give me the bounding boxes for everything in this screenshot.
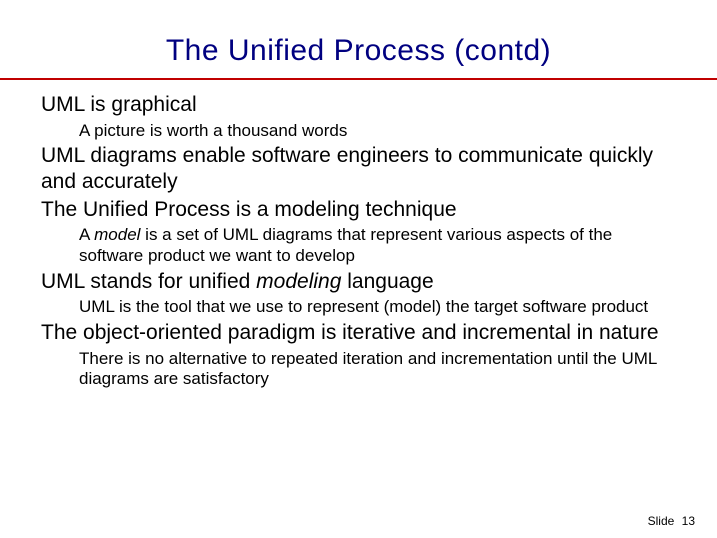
title-region: The Unified Process (contd) <box>0 0 717 68</box>
slide: The Unified Process (contd) UML is graph… <box>0 0 717 538</box>
emphasis-model: model <box>94 225 140 244</box>
text-fragment: language <box>341 270 433 293</box>
bullet-5: The object-oriented paradigm is iterativ… <box>41 320 677 346</box>
bullet-3-sub: A model is a set of UML diagrams that re… <box>79 225 677 266</box>
bullet-1-sub: A picture is worth a thousand words <box>79 121 677 142</box>
slide-body: UML is graphical A picture is worth a th… <box>0 80 717 390</box>
bullet-1: UML is graphical <box>41 92 677 118</box>
slide-number: 13 <box>682 514 695 528</box>
emphasis-modeling: modeling <box>256 270 341 293</box>
bullet-5-sub: There is no alternative to repeated iter… <box>79 349 677 390</box>
bullet-2: UML diagrams enable software engineers t… <box>41 143 677 194</box>
footer-label: Slide <box>648 514 675 528</box>
bullet-4-sub: UML is the tool that we use to represent… <box>79 297 677 318</box>
text-fragment: A <box>79 225 94 244</box>
text-fragment: is a set of UML diagrams that represent … <box>79 225 612 265</box>
text-fragment: UML stands for unified <box>41 270 256 293</box>
bullet-4: UML stands for unified modeling language <box>41 269 677 295</box>
slide-title: The Unified Process (contd) <box>0 34 717 68</box>
slide-footer: Slide 13 <box>648 514 695 528</box>
bullet-3: The Unified Process is a modeling techni… <box>41 197 677 223</box>
